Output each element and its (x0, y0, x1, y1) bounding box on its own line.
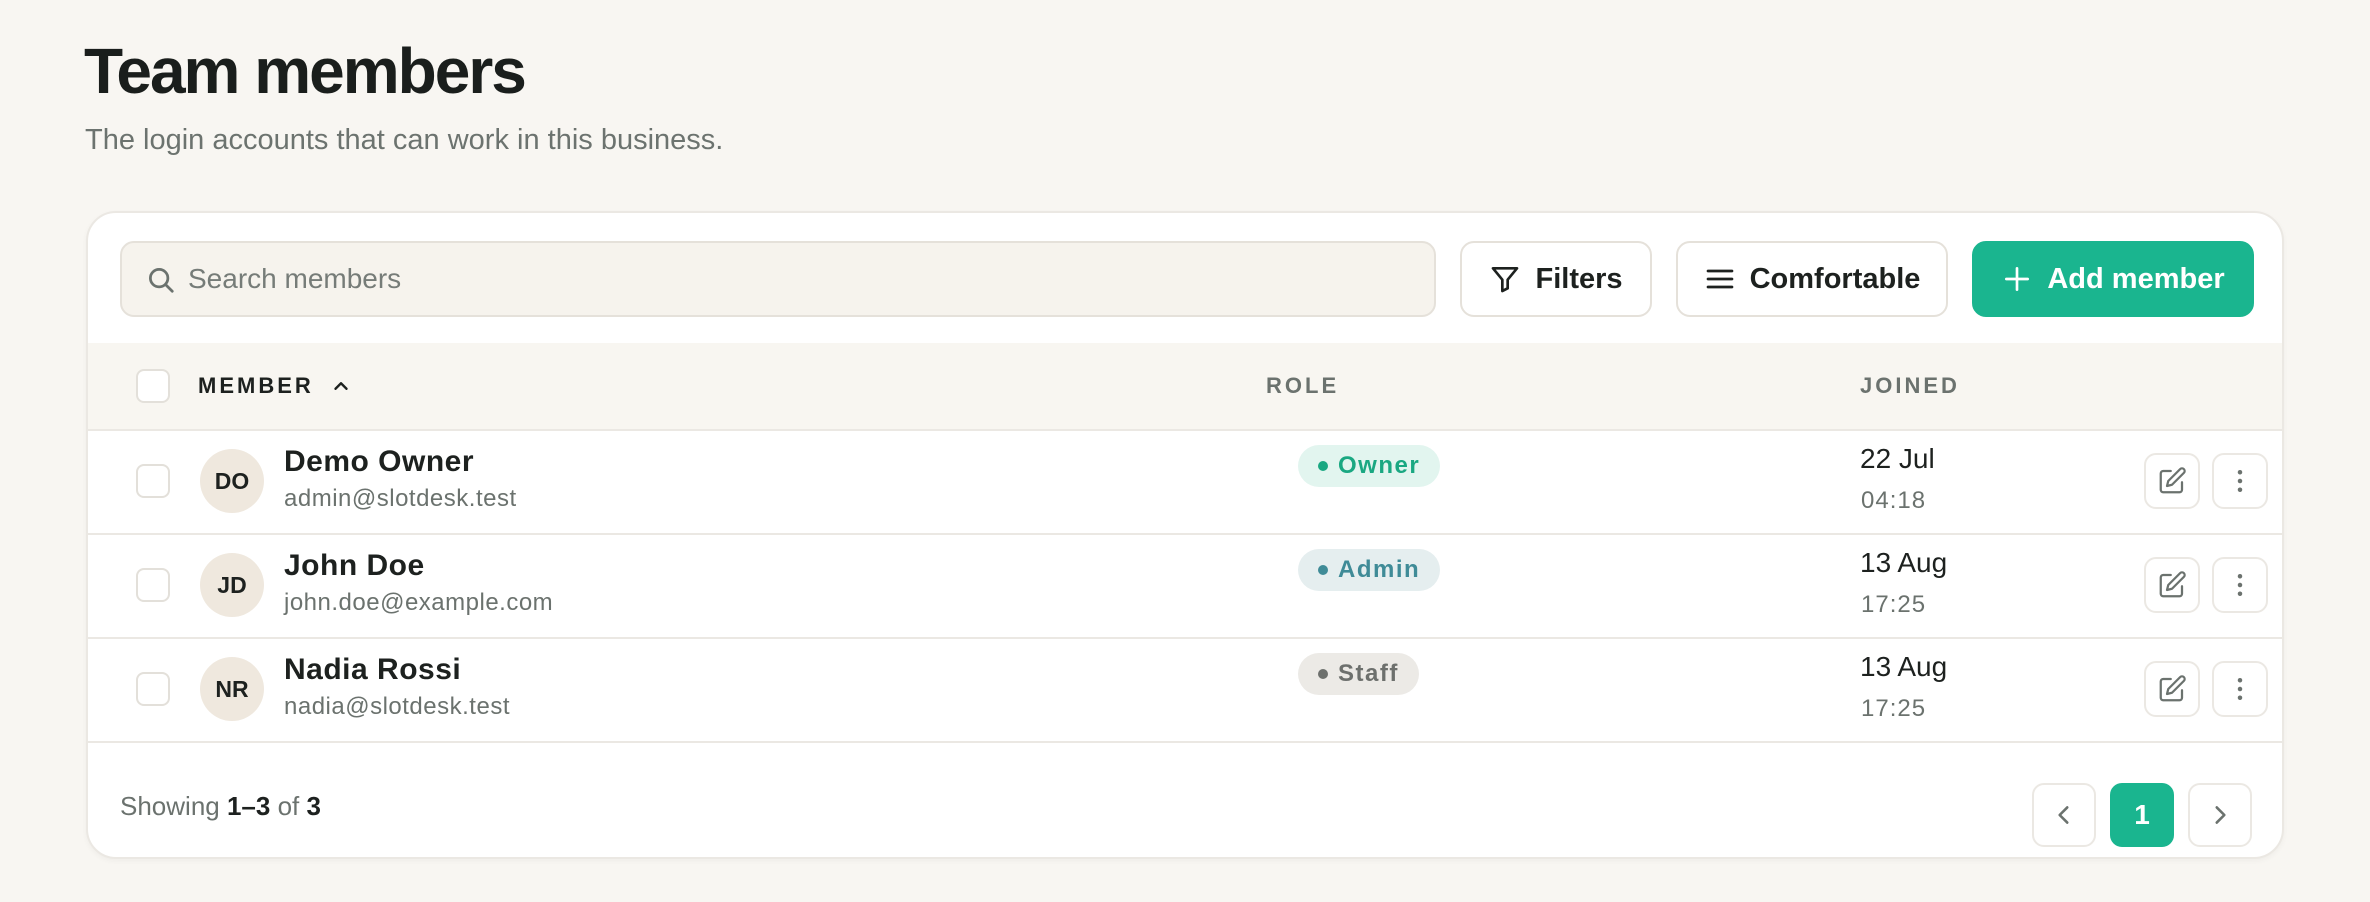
edit-icon (2159, 467, 2186, 494)
role-badge: Owner (1298, 445, 1441, 487)
page-title: Team members (84, 35, 527, 107)
joined-time: 04:18 (1861, 487, 1927, 514)
density-button[interactable]: Comfortable (1676, 241, 1948, 317)
joined-time: 17:25 (1861, 591, 1927, 618)
edit-icon (2159, 571, 2186, 598)
role-dot (1318, 461, 1328, 471)
row-checkbox[interactable] (136, 568, 170, 602)
previous-page-button[interactable] (2032, 783, 2096, 847)
more-vertical-icon (2237, 574, 2243, 596)
more-actions-button[interactable] (2212, 661, 2268, 717)
member-email: nadia@slotdesk.test (284, 693, 510, 720)
search-icon (149, 268, 174, 293)
showing-range: 1–3 (226, 791, 271, 821)
filter-icon (1492, 267, 1519, 293)
filters-label: Filters (1535, 262, 1623, 295)
joined-time: 17:25 (1861, 695, 1927, 722)
add-member-label: Add member (2047, 262, 2225, 295)
more-actions-button[interactable] (2212, 453, 2268, 509)
next-page-button[interactable] (2188, 783, 2252, 847)
search-box[interactable] (120, 241, 1436, 317)
member-name: Nadia Rossi (284, 653, 462, 686)
showing-summary: Showing 1–3 of 3 (120, 791, 321, 822)
role-badge: Staff (1298, 653, 1419, 695)
row-checkbox[interactable] (136, 672, 170, 706)
role-dot (1318, 565, 1328, 575)
row-checkbox[interactable] (136, 464, 170, 498)
chevron-right-icon (2215, 806, 2226, 824)
showing-total: 3 (306, 791, 321, 821)
member-email: john.doe@example.com (284, 589, 554, 616)
menu-lines-icon (1706, 269, 1733, 289)
chevron-up-icon (334, 382, 348, 390)
member-email: admin@slotdesk.test (284, 485, 517, 512)
table-header: MEMBER ROLE JOINED (88, 343, 2282, 431)
role-label: Admin (1338, 556, 1421, 583)
showing-prefix: Showing (120, 791, 220, 821)
column-header-member[interactable]: MEMBER (198, 343, 352, 429)
toolbar: Filters Comfortable Add member (88, 213, 2282, 343)
role-label: Owner (1338, 452, 1421, 479)
more-vertical-icon (2237, 678, 2243, 700)
column-header-joined[interactable]: JOINED (1860, 343, 1960, 429)
table-row: NR Nadia Rossi nadia@slotdesk.test Staff… (88, 639, 2282, 743)
avatar: JD (200, 553, 264, 617)
plus-icon (2005, 267, 2030, 291)
column-member-label: MEMBER (198, 373, 314, 398)
showing-of: of (277, 791, 300, 821)
edit-button[interactable] (2144, 557, 2200, 613)
density-label: Comfortable (1749, 262, 1921, 295)
role-dot (1318, 669, 1328, 679)
role-label: Staff (1338, 660, 1399, 687)
column-header-role[interactable]: ROLE (1266, 343, 1339, 429)
more-vertical-icon (2237, 470, 2243, 492)
avatar: DO (200, 449, 264, 513)
table-footer: Showing 1–3 of 3 1 (88, 757, 2282, 857)
select-all-checkbox[interactable] (136, 369, 170, 403)
column-joined-label: JOINED (1860, 373, 1960, 398)
member-name: John Doe (284, 549, 425, 582)
column-role-label: ROLE (1266, 373, 1340, 398)
page-button-current[interactable]: 1 (2110, 783, 2174, 847)
filters-button[interactable]: Filters (1460, 241, 1652, 317)
members-card: Filters Comfortable Add member MEMBER RO… (86, 211, 2284, 859)
chevron-left-icon (2058, 806, 2069, 824)
more-actions-button[interactable] (2212, 557, 2268, 613)
table-row: DO Demo Owner admin@slotdesk.test Owner … (88, 431, 2282, 535)
joined-date: 13 Aug (1860, 547, 1948, 578)
edit-button[interactable] (2144, 661, 2200, 717)
joined-date: 13 Aug (1860, 651, 1948, 682)
role-badge: Admin (1298, 549, 1441, 591)
page-subtitle: The login accounts that can work in this… (85, 124, 724, 156)
edit-icon (2159, 675, 2186, 702)
member-name: Demo Owner (284, 445, 475, 478)
add-member-button[interactable]: Add member (1972, 241, 2254, 317)
table-row: JD John Doe john.doe@example.com Admin 1… (88, 535, 2282, 639)
avatar: NR (200, 657, 264, 721)
edit-button[interactable] (2144, 453, 2200, 509)
search-input[interactable] (188, 243, 1408, 315)
joined-date: 22 Jul (1860, 443, 1935, 474)
